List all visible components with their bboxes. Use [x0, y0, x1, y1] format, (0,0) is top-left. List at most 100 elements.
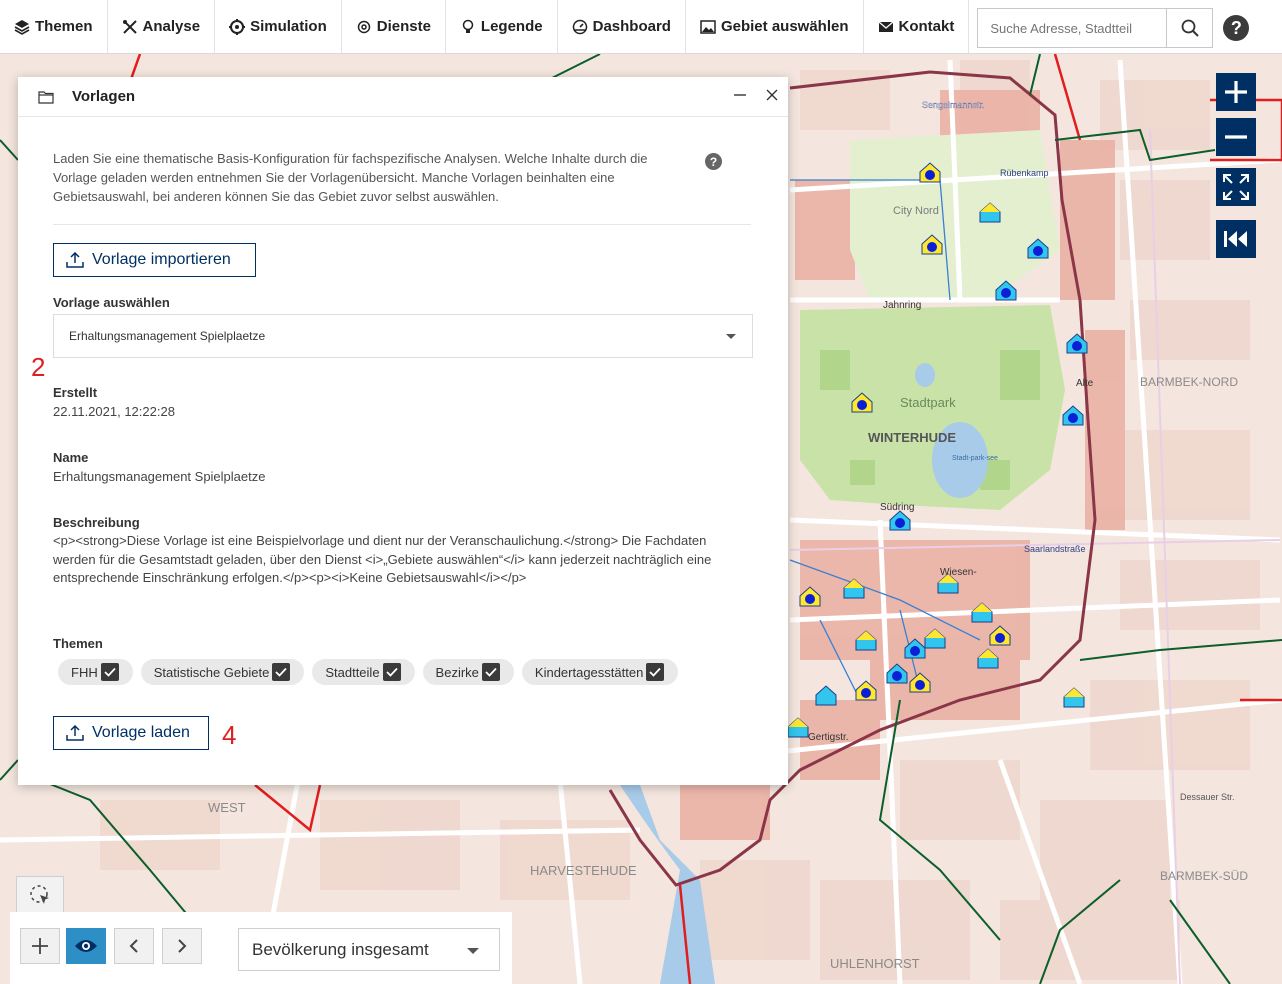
menu-label: Simulation — [250, 18, 327, 35]
map-label: Dessauer Str. — [1180, 792, 1235, 802]
select-area-button[interactable] — [16, 876, 64, 914]
menu-dienste[interactable]: Dienste — [342, 0, 446, 53]
envelope-icon — [878, 21, 893, 32]
lightbulb-icon — [462, 19, 474, 33]
dashboard-icon — [572, 19, 587, 34]
upload-icon — [66, 252, 84, 268]
timeline-toolbar: Bevölkerung insgesamt — [10, 912, 512, 984]
checkbox-checked-icon — [481, 663, 500, 681]
annotation-number: 4 — [222, 720, 237, 750]
search-input[interactable] — [978, 9, 1167, 47]
intro-text: Laden Sie eine thematische Basis-Konfigu… — [53, 151, 648, 204]
themes-list: FHH Statistische Gebiete Stadtteile Bezi… — [58, 659, 679, 685]
theme-chip[interactable]: Stadtteile — [312, 659, 415, 685]
template-select-value: Erhaltungsmanagement Spielplaetze — [69, 329, 266, 343]
theme-chip[interactable]: FHH — [58, 659, 133, 685]
rewind-icon — [1224, 231, 1247, 247]
dialog-header[interactable]: Vorlagen — [18, 77, 788, 117]
map-label: Saarlandstraße — [1024, 544, 1086, 554]
menu-label: Dienste — [376, 18, 431, 35]
caret-down-icon — [467, 948, 479, 954]
menu-dashboard[interactable]: Dashboard — [558, 0, 686, 53]
created-label: Erstellt — [53, 385, 98, 400]
caret-down-icon — [726, 334, 736, 339]
menu-gebiet-auswaehlen[interactable]: Gebiet auswählen — [686, 0, 864, 53]
add-button[interactable] — [20, 928, 60, 964]
menu-themen[interactable]: Themen — [0, 0, 108, 53]
map-label: UHLENHORST — [830, 956, 920, 971]
theme-chip[interactable]: Statistische Gebiete — [140, 659, 305, 685]
zoom-in-button[interactable] — [1216, 73, 1256, 111]
checkbox-checked-icon — [100, 663, 119, 681]
theme-chip[interactable]: Kindertagesstätten — [521, 659, 679, 685]
map-label: BARMBEK-NORD — [1140, 375, 1238, 389]
question-icon[interactable]: ? — [705, 153, 722, 170]
visibility-toggle-button[interactable] — [66, 928, 106, 964]
template-select[interactable]: Erhaltungsmanagement Spielplaetze — [53, 314, 753, 358]
map-label: Alte — [1076, 378, 1094, 389]
close-icon — [766, 89, 778, 101]
zoom-out-button[interactable] — [1216, 118, 1256, 156]
description-label: Beschreibung — [53, 515, 140, 530]
menu-kontakt[interactable]: Kontakt — [864, 0, 970, 53]
select-label: Vorlage auswählen — [53, 295, 170, 310]
back-to-start-button[interactable] — [1216, 220, 1256, 258]
map-label: BARMBEK-SÜD — [1160, 869, 1248, 883]
import-template-button[interactable]: Vorlage importieren — [53, 243, 256, 277]
minus-icon — [1225, 135, 1247, 139]
theme-chip-label: Statistische Gebiete — [153, 664, 270, 680]
menu-analyse[interactable]: Analyse — [108, 0, 216, 53]
cog-icon — [357, 20, 370, 33]
map-label: Stadt-park-see — [952, 455, 998, 462]
map-label: City Nord — [893, 205, 939, 217]
themes-label: Themen — [53, 636, 103, 651]
menu-legende[interactable]: Legende — [446, 0, 558, 53]
checkbox-checked-icon — [272, 663, 291, 681]
close-button[interactable] — [762, 85, 782, 105]
map-label: Wiesen- — [940, 567, 977, 578]
previous-button[interactable] — [114, 928, 154, 964]
map-label: Südring — [880, 502, 914, 513]
layer-select[interactable]: Bevölkerung insgesamt — [238, 928, 500, 971]
plus-icon — [1225, 81, 1247, 103]
load-template-label: Vorlage laden — [92, 724, 190, 741]
minimize-button[interactable] — [730, 85, 750, 105]
vorlagen-dialog: Vorlagen Laden Sie eine thematische Basi… — [18, 77, 788, 785]
dialog-title: Vorlagen — [72, 88, 136, 105]
map-label: Gertigstr. — [808, 732, 849, 743]
load-template-button[interactable]: Vorlage laden — [53, 716, 209, 750]
name-value: Erhaltungsmanagement Spielplaetze — [53, 469, 266, 484]
theme-chip-label: FHH — [71, 664, 98, 680]
chevron-right-icon — [178, 939, 187, 953]
eye-icon — [75, 940, 97, 952]
image-icon — [700, 19, 716, 34]
map-label: WEST — [208, 800, 246, 815]
menu-label: Analyse — [142, 18, 201, 35]
minimize-icon — [734, 94, 746, 96]
search-button[interactable] — [1166, 9, 1212, 47]
checkbox-checked-icon — [646, 663, 665, 681]
help-icon: ? — [1230, 17, 1242, 38]
menu-label: Legende — [480, 18, 543, 35]
menu-simulation[interactable]: Simulation — [215, 0, 342, 53]
search-icon — [1181, 19, 1199, 37]
fullscreen-button[interactable] — [1216, 168, 1256, 206]
help-button[interactable]: ? — [1223, 15, 1250, 41]
tools-icon — [122, 19, 137, 34]
menu-label: Kontakt — [898, 18, 955, 35]
map-label: Jahnring — [883, 300, 921, 311]
theme-chip-label: Bezirke — [435, 664, 479, 680]
map-label: Sengelmannstr. — [922, 100, 985, 110]
divider — [53, 224, 751, 225]
checkbox-checked-icon — [382, 663, 401, 681]
theme-chip-label: Kindertagesstätten — [534, 664, 644, 680]
upload-icon — [66, 725, 84, 741]
import-template-label: Vorlage importieren — [92, 251, 231, 268]
map-label: HARVESTEHUDE — [530, 863, 637, 878]
map-label: Rübenkamp — [1000, 168, 1049, 178]
menu-label: Themen — [35, 18, 93, 35]
theme-chip-label: Stadtteile — [325, 664, 380, 680]
menu-label: Dashboard — [592, 18, 671, 35]
theme-chip[interactable]: Bezirke — [422, 659, 514, 685]
next-button[interactable] — [162, 928, 202, 964]
